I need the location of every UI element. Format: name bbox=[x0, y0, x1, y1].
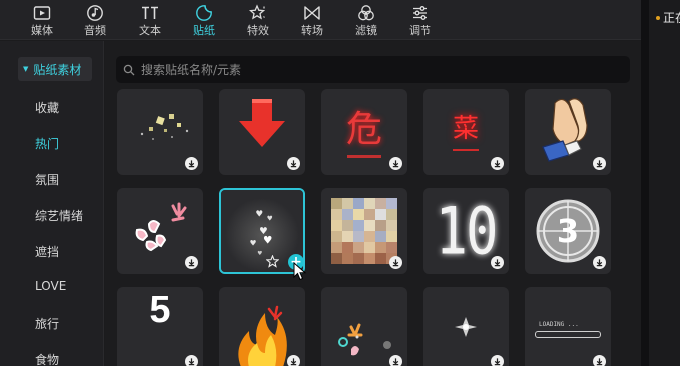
sidebar-item-popular[interactable]: 热门 bbox=[35, 135, 59, 152]
toolbar-label: 特效 bbox=[247, 24, 269, 37]
download-icon[interactable] bbox=[287, 157, 300, 170]
right-panel-status: 正在 bbox=[663, 11, 680, 25]
download-icon[interactable] bbox=[389, 355, 402, 366]
download-icon[interactable] bbox=[593, 157, 606, 170]
sidebar-item-favorites[interactable]: 收藏 bbox=[35, 99, 59, 116]
toolbar-label: 媒体 bbox=[31, 24, 53, 37]
status-dot-icon bbox=[656, 16, 660, 20]
panel-divider[interactable] bbox=[641, 0, 649, 366]
sticker-floating-hearts[interactable]: ♥ ♥ ♥ ♥ ♥ ♥ + bbox=[219, 188, 305, 274]
sticker-mosaic[interactable] bbox=[321, 188, 407, 274]
toolbar-item-audio[interactable]: 音频 bbox=[69, 0, 121, 40]
add-to-track-icon[interactable]: + bbox=[288, 254, 303, 270]
download-icon[interactable] bbox=[389, 157, 402, 170]
toolbar-label: 调节 bbox=[409, 24, 431, 37]
search-input[interactable] bbox=[141, 62, 601, 77]
svg-text:♥: ♥ bbox=[263, 234, 272, 246]
toolbar-item-sticker[interactable]: 贴纸 bbox=[178, 0, 230, 40]
download-icon[interactable] bbox=[287, 355, 300, 366]
favorite-star-icon[interactable] bbox=[266, 255, 279, 268]
toolbar-item-text[interactable]: 文本 bbox=[124, 0, 176, 40]
toolbar-item-transition[interactable]: 转场 bbox=[286, 0, 338, 40]
toolbar-label: 滤镜 bbox=[355, 24, 377, 37]
toolbar-label: 贴纸 bbox=[193, 24, 215, 37]
sidebar-item-love[interactable]: LOVE bbox=[35, 279, 66, 293]
sticker-clapping-hands[interactable] bbox=[525, 89, 611, 175]
download-icon[interactable] bbox=[389, 256, 402, 269]
adjust-icon bbox=[413, 6, 427, 20]
sidebar-item-food[interactable]: 食物 bbox=[35, 351, 59, 366]
transition-icon bbox=[304, 6, 320, 20]
text-icon bbox=[142, 6, 158, 19]
download-icon[interactable] bbox=[185, 157, 198, 170]
svg-text:♥: ♥ bbox=[255, 210, 263, 220]
right-panel: 正在 bbox=[649, 0, 680, 366]
audio-icon bbox=[87, 5, 103, 21]
sidebar-item-cover[interactable]: 遮挡 bbox=[35, 243, 59, 260]
loading-text: LOADING ... bbox=[539, 321, 579, 328]
svg-text:♥: ♥ bbox=[257, 250, 262, 257]
countdown-digits: 10 bbox=[435, 193, 498, 269]
filter-icon bbox=[358, 5, 374, 21]
category-header[interactable]: ▼ 贴纸素材 bbox=[18, 57, 92, 81]
media-icon bbox=[33, 6, 51, 20]
search-bar[interactable] bbox=[116, 56, 630, 83]
toolbar: 媒体 音频 文本 贴纸 特效 转场 滤镜 调节 bbox=[0, 0, 641, 40]
neon-subtext bbox=[347, 155, 381, 158]
neon-subtext bbox=[453, 148, 479, 151]
sticker-neon-danger[interactable]: 危 bbox=[321, 89, 407, 175]
sticker-category-sidebar: ▼ 贴纸素材 收藏 热门 氛围 综艺情绪 遮挡 LOVE 旅行 食物 bbox=[0, 41, 104, 366]
download-icon[interactable] bbox=[185, 256, 198, 269]
sidebar-item-travel[interactable]: 旅行 bbox=[35, 315, 59, 332]
sticker-icon bbox=[196, 5, 212, 21]
sticker-angry-marks[interactable] bbox=[117, 188, 203, 274]
sticker-star-sparkle[interactable] bbox=[423, 287, 509, 366]
toolbar-item-adjust[interactable]: 调节 bbox=[394, 0, 446, 40]
sticker-cartoon-mix[interactable] bbox=[321, 287, 407, 366]
big-number: 5 bbox=[149, 289, 171, 331]
sidebar-item-atmosphere[interactable]: 氛围 bbox=[35, 171, 59, 188]
download-icon[interactable] bbox=[593, 355, 606, 366]
sticker-neon-rookie[interactable]: 菜 bbox=[423, 89, 509, 175]
neon-char: 危 bbox=[345, 109, 382, 150]
download-icon[interactable] bbox=[185, 355, 198, 366]
caret-down-icon: ▼ bbox=[23, 65, 29, 73]
toolbar-label: 音频 bbox=[84, 24, 106, 37]
sticker-film-countdown-3[interactable]: 3 bbox=[525, 188, 611, 274]
svg-text:♥: ♥ bbox=[267, 215, 273, 223]
download-icon[interactable] bbox=[593, 256, 606, 269]
sticker-panel: 危 菜 ♥ bbox=[105, 41, 641, 366]
download-icon[interactable] bbox=[491, 157, 504, 170]
sticker-fire[interactable] bbox=[219, 287, 305, 366]
category-header-label: 贴纸素材 bbox=[33, 62, 82, 77]
effects-icon bbox=[249, 4, 266, 20]
toolbar-label: 转场 bbox=[301, 24, 323, 37]
sticker-number-5[interactable]: 5 bbox=[117, 287, 203, 366]
search-icon bbox=[123, 64, 135, 75]
loading-bar bbox=[535, 331, 601, 338]
toolbar-item-effects[interactable]: 特效 bbox=[232, 0, 284, 40]
sticker-loading-bar[interactable]: LOADING ... bbox=[525, 287, 611, 366]
sticker-countdown-10[interactable]: 10 bbox=[423, 188, 509, 274]
neon-char: 菜 bbox=[452, 113, 479, 144]
toolbar-item-filter[interactable]: 滤镜 bbox=[340, 0, 392, 40]
sticker-sparkles[interactable] bbox=[117, 89, 203, 175]
download-icon[interactable] bbox=[491, 355, 504, 366]
sticker-red-arrow[interactable] bbox=[219, 89, 305, 175]
sidebar-item-variety-emotion[interactable]: 综艺情绪 bbox=[35, 207, 83, 224]
toolbar-item-media[interactable]: 媒体 bbox=[16, 0, 68, 40]
svg-text:♥: ♥ bbox=[250, 238, 257, 247]
toolbar-label: 文本 bbox=[139, 24, 161, 37]
download-icon[interactable] bbox=[491, 256, 504, 269]
